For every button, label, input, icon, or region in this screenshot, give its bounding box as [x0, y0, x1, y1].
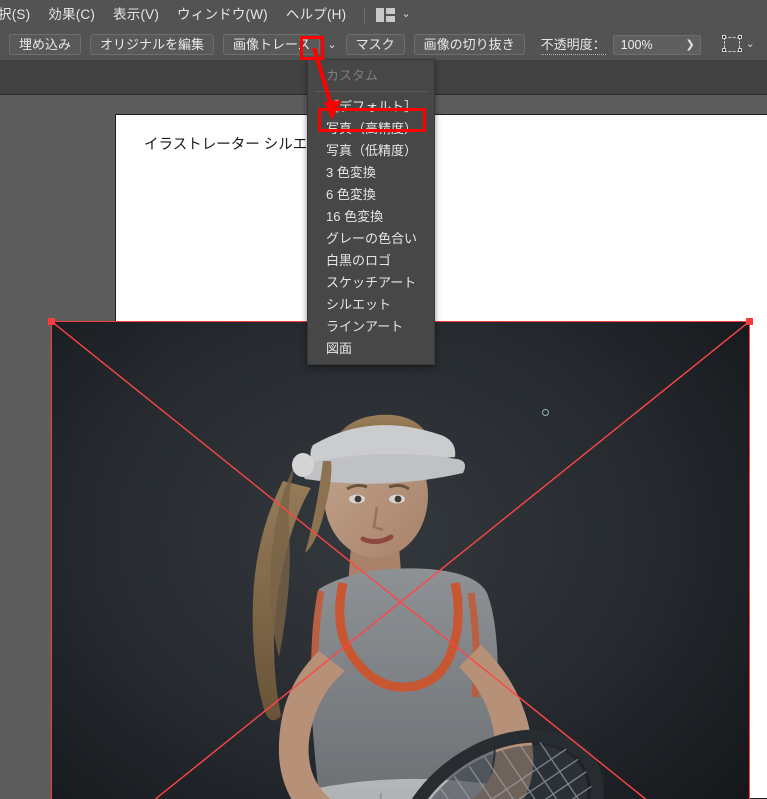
mask-button[interactable]: マスク [345, 34, 405, 55]
menu-item-technical-drawing[interactable]: 図面 [308, 338, 434, 360]
embed-button[interactable]: 埋め込み [9, 34, 82, 55]
menu-effect[interactable]: 効果(C) [39, 0, 104, 29]
crop-image-button[interactable]: 画像の切り抜き [413, 34, 525, 55]
edit-original-button[interactable]: オリジナルを編集 [90, 34, 215, 55]
placed-image[interactable] [51, 321, 750, 799]
selection-handle-top-right[interactable] [746, 318, 753, 325]
image-trace-preset-menu[interactable]: カスタム ［デフォルト］ 写真（高精度） 写真（低精度） 3 色変換 6 色変換… [307, 59, 435, 365]
control-bar: 埋め込み オリジナルを編集 画像トレース ⌄ マスク 画像の切り抜き 不透明度：… [0, 29, 767, 60]
menu-item-shades-of-gray[interactable]: グレーの色合い [308, 228, 434, 250]
menu-item-default[interactable]: ［デフォルト］ [308, 96, 434, 118]
menu-select[interactable]: 択(S) [0, 0, 39, 29]
menu-item-line-art[interactable]: ラインアート [308, 316, 434, 338]
image-trace-button[interactable]: 画像トレース [223, 34, 321, 55]
arrange-documents-button[interactable]: ⌄ [372, 7, 414, 22]
opacity-label[interactable]: 不透明度： [540, 34, 606, 55]
chevron-right-icon[interactable]: ❯ [675, 38, 694, 51]
opacity-input[interactable]: 100% ❯ [612, 34, 701, 55]
align-icon [721, 35, 742, 52]
arrange-documents-icon [376, 7, 396, 22]
menu-item-16-colors[interactable]: 16 色変換 [308, 206, 434, 228]
menu-view[interactable]: 表示(V) [104, 0, 168, 29]
menu-bar: 択(S) 効果(C) 表示(V) ウィンドウ(W) ヘルプ(H) ⌄ [0, 0, 767, 29]
menu-window[interactable]: ウィンドウ(W) [168, 0, 277, 29]
opacity-control: 不透明度： 100% ❯ [540, 34, 701, 55]
image-trace-preset-chevron-icon[interactable]: ⌄ [327, 35, 336, 55]
menu-help[interactable]: ヘルプ(H) [277, 0, 355, 29]
menu-item-sketched-art[interactable]: スケッチアート [308, 272, 434, 294]
menu-item-photo-low-fidelity[interactable]: 写真（低精度） [308, 140, 434, 162]
center-anchor-point-icon [542, 409, 549, 416]
illustrator-window: 択(S) 効果(C) 表示(V) ウィンドウ(W) ヘルプ(H) ⌄ 埋め込み … [0, 0, 767, 799]
menu-item-3-colors[interactable]: 3 色変換 [308, 162, 434, 184]
opacity-value: 100% [620, 37, 653, 52]
missing-link-x-mark [51, 321, 750, 799]
menu-item-silhouettes[interactable]: シルエット [308, 294, 434, 316]
selection-handle-top-left[interactable] [48, 318, 55, 325]
chevron-down-icon: ⌄ [401, 8, 411, 20]
chevron-down-icon[interactable]: ⌄ [746, 39, 755, 50]
menu-item-custom: カスタム [326, 68, 379, 83]
menu-item-photo-high-fidelity[interactable]: 写真（高精度） [308, 118, 434, 140]
menu-divider [314, 91, 428, 92]
align-button[interactable]: ⌄ [721, 35, 755, 52]
menu-item-black-and-white-logo[interactable]: 白黒のロゴ [308, 250, 434, 272]
menubar-divider [364, 6, 366, 23]
menu-item-6-colors[interactable]: 6 色変換 [308, 184, 434, 206]
